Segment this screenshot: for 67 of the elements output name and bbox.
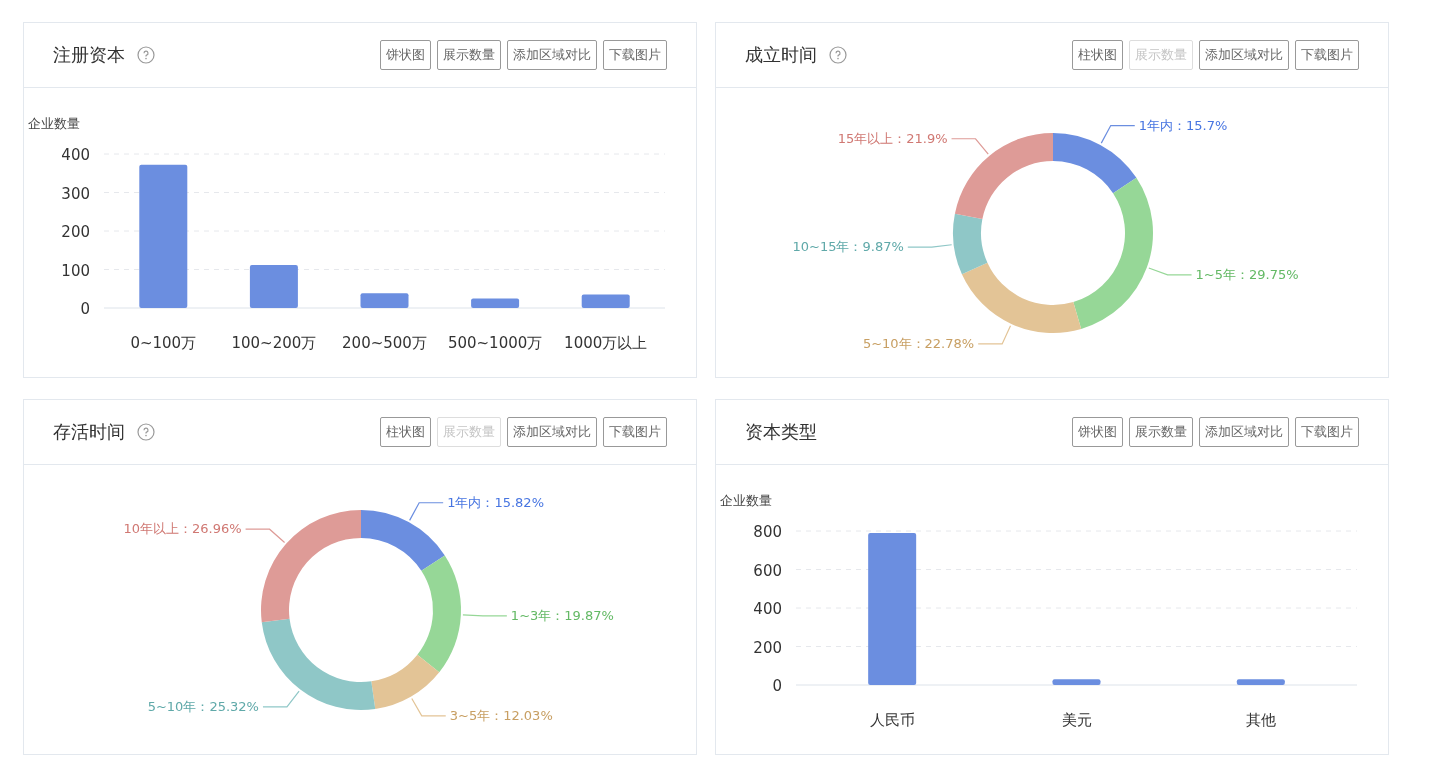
card-title: 资本类型 (745, 420, 817, 444)
leader-line (977, 325, 1012, 345)
help-icon[interactable] (829, 46, 847, 64)
chart-button[interactable]: 添加区域对比 (1199, 40, 1289, 70)
axis-tick-label: 200 (61, 223, 90, 241)
axis-tick-label: 400 (61, 146, 90, 164)
slice-label: 10年以上：26.96% (123, 521, 242, 537)
axis-tick-label: 200 (753, 638, 782, 657)
axis-tick-label: 300 (61, 184, 90, 203)
slice-label: 1~5年：29.75% (1195, 266, 1299, 282)
bar (1052, 679, 1101, 685)
card-title: 成立时间 (745, 43, 817, 67)
chart-button[interactable]: 下载图片 (1295, 417, 1359, 447)
chart-button[interactable]: 添加区域对比 (1199, 417, 1289, 447)
chart-button[interactable]: 柱状图 (380, 417, 431, 447)
chart-button[interactable]: 饼状图 (380, 40, 431, 70)
axis-title: 企业数量 (28, 116, 80, 131)
axis-tick-label: 0 (772, 677, 782, 695)
card-title: 注册资本 (53, 43, 125, 67)
slice-label: 5~10年：25.32% (147, 698, 259, 714)
bar (471, 298, 520, 308)
leader-line (409, 502, 444, 521)
leader-line (262, 690, 300, 708)
bar (1236, 679, 1285, 685)
leader-line (462, 614, 508, 617)
category-label: 200~500万 (342, 334, 427, 352)
chart-button[interactable]: 柱状图 (1072, 40, 1123, 70)
axis-tick-label: 600 (753, 561, 782, 580)
leader-line (411, 697, 447, 717)
chart-button[interactable]: 下载图片 (1295, 40, 1359, 70)
slice-label: 3~5年：12.03% (449, 707, 553, 723)
axis-tick-label: 100 (61, 261, 90, 280)
category-label: 美元 (1061, 711, 1092, 729)
slice-label: 1年内：15.7% (1138, 117, 1228, 133)
slice-label: 1年内：15.82% (447, 494, 544, 510)
help-icon[interactable] (137, 423, 155, 441)
category-label: 人民币 (869, 711, 915, 729)
help-icon[interactable] (137, 46, 155, 64)
chart-button[interactable]: 添加区域对比 (507, 40, 597, 70)
category-label: 其他 (1245, 711, 1276, 729)
leader-line (907, 244, 953, 248)
category-label: 100~200万 (231, 334, 317, 352)
axis-tick-label: 400 (753, 600, 782, 618)
card-title: 存活时间 (53, 420, 125, 444)
chart-button[interactable]: 展示数量 (437, 40, 501, 70)
slice-label: 1~3年：19.87% (510, 607, 614, 623)
bar (581, 294, 630, 308)
bar (249, 264, 298, 308)
chart-button[interactable]: 添加区域对比 (507, 417, 597, 447)
category-label: 0~100万 (130, 334, 197, 352)
bar (360, 293, 409, 308)
chart-button[interactable]: 展示数量 (1129, 417, 1193, 447)
leader-line (950, 138, 989, 155)
axis-tick-label: 0 (80, 300, 90, 318)
leader-line (1100, 124, 1136, 144)
leader-line (1148, 267, 1193, 276)
leader-line (245, 528, 286, 544)
slice-label: 5~10年：22.78% (862, 335, 975, 351)
axis-tick-label: 800 (753, 523, 782, 541)
chart-button[interactable]: 下载图片 (603, 417, 667, 447)
slice-label: 10~15年：9.87% (792, 239, 904, 255)
category-label: 500~1000万 (447, 334, 543, 352)
chart-button[interactable]: 下载图片 (603, 40, 667, 70)
category-label: 1000万以上 (564, 334, 648, 352)
axis-title: 企业数量 (720, 493, 772, 508)
slice-label: 15年以上：21.9% (837, 130, 948, 146)
chart-button[interactable]: 饼状图 (1072, 417, 1123, 447)
